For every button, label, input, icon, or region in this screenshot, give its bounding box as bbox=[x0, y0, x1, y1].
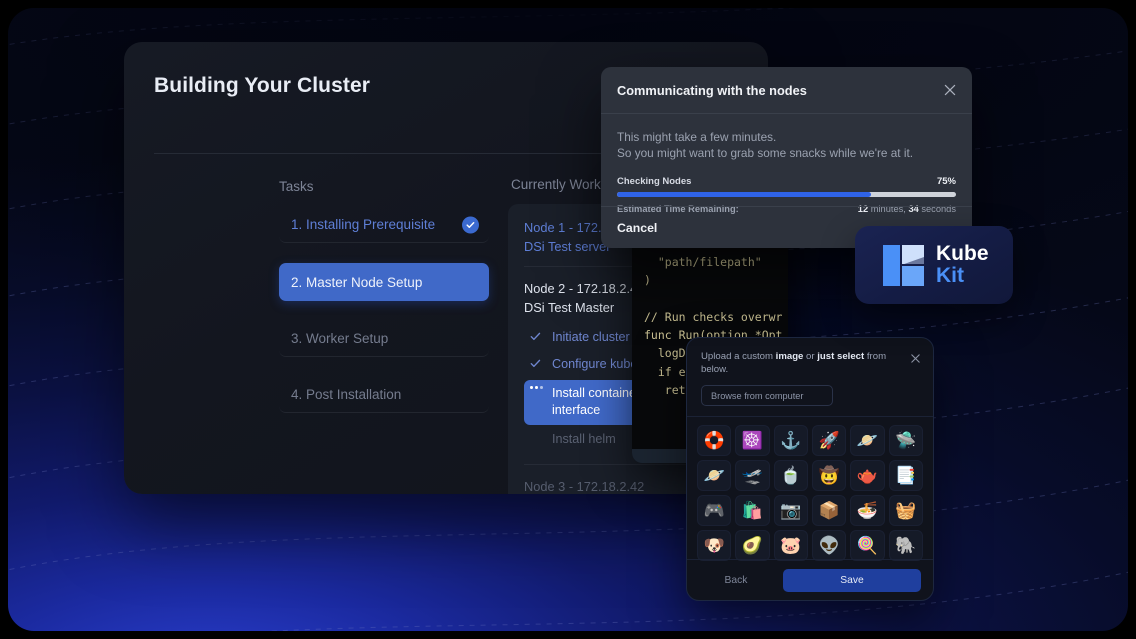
sidebar-item-worker-setup[interactable]: 3. Worker Setup bbox=[279, 321, 489, 357]
kubekit-logo-card: Kube Kit bbox=[855, 226, 1013, 304]
task-label: 1. Installing Prerequisite bbox=[291, 217, 435, 232]
image-picker-dialog: Upload a custom image or just select fro… bbox=[686, 337, 934, 601]
emoji-option[interactable]: 🛸 bbox=[889, 425, 923, 456]
emoji-option[interactable]: 🪐 bbox=[697, 460, 731, 491]
progress-bar bbox=[617, 192, 956, 197]
browse-from-computer-button[interactable]: Browse from computer bbox=[701, 385, 833, 406]
progress-label: Checking Nodes bbox=[617, 176, 691, 187]
back-button[interactable]: Back bbox=[699, 575, 773, 586]
picker-header: Upload a custom image or just select fro… bbox=[687, 338, 933, 376]
emoji-option[interactable]: 🚀 bbox=[812, 425, 846, 456]
emoji-option[interactable]: 📦 bbox=[812, 495, 846, 526]
emoji-option[interactable]: 🍜 bbox=[850, 495, 884, 526]
page-title: Building Your Cluster bbox=[154, 74, 370, 98]
picker-footer: Back Save bbox=[687, 559, 933, 600]
emoji-grid: 🛟 ☸️ ⚓ 🚀 🪐 🛸 🪐 🛫 🍵 🤠 🫖 📑 🎮 🛍️ 📷 📦 🍜 🧺 🐶 … bbox=[687, 417, 933, 561]
loading-dots-icon bbox=[530, 385, 543, 389]
modal-title: Communicating with the nodes bbox=[617, 83, 807, 98]
emoji-option[interactable]: 🥑 bbox=[735, 530, 769, 561]
emoji-option[interactable]: 🫖 bbox=[850, 460, 884, 491]
emoji-option[interactable]: ☸️ bbox=[735, 425, 769, 456]
emoji-option[interactable]: 🛍️ bbox=[735, 495, 769, 526]
kubekit-wordmark: Kube Kit bbox=[936, 243, 989, 287]
emoji-option[interactable]: 🛟 bbox=[697, 425, 731, 456]
check-circle-icon bbox=[462, 216, 479, 233]
picker-copy-mid: or bbox=[803, 351, 817, 362]
emoji-option[interactable]: 🐷 bbox=[774, 530, 808, 561]
browse-label: Browse from computer bbox=[711, 391, 803, 401]
subtask-label: Initiate cluster bbox=[552, 329, 630, 346]
task-label: 4. Post Installation bbox=[291, 387, 401, 402]
modal-body: This might take a few minutes. So you mi… bbox=[601, 114, 972, 214]
cancel-button[interactable]: Cancel bbox=[617, 221, 657, 235]
subtask-label: Install helm bbox=[552, 431, 616, 448]
progress-header: Checking Nodes 75% bbox=[617, 176, 956, 187]
emoji-option[interactable]: 🐶 bbox=[697, 530, 731, 561]
close-icon[interactable] bbox=[942, 82, 958, 98]
emoji-option[interactable]: 🛫 bbox=[735, 460, 769, 491]
emoji-option[interactable]: 🪐 bbox=[850, 425, 884, 456]
task-label: 2. Master Node Setup bbox=[291, 275, 422, 290]
emoji-option[interactable]: 👽 bbox=[812, 530, 846, 561]
logo-line-1: Kube bbox=[936, 243, 989, 265]
task-label: 3. Worker Setup bbox=[291, 331, 388, 346]
check-icon bbox=[530, 329, 543, 347]
emoji-option[interactable]: 📑 bbox=[889, 460, 923, 491]
logo-line-2: Kit bbox=[936, 265, 989, 287]
modal-line-1: This might take a few minutes. bbox=[617, 130, 956, 146]
progress-percent: 75% bbox=[937, 176, 956, 187]
emoji-option[interactable]: 🍵 bbox=[774, 460, 808, 491]
tasks-gap bbox=[279, 243, 489, 263]
emoji-option[interactable]: 🎮 bbox=[697, 495, 731, 526]
picker-copy-image: image bbox=[776, 351, 804, 362]
emoji-option[interactable]: 🧺 bbox=[889, 495, 923, 526]
picker-copy-select: just select bbox=[817, 351, 864, 362]
sidebar-item-installing-prerequisite[interactable]: 1. Installing Prerequisite bbox=[279, 207, 489, 243]
picker-description: Upload a custom image or just select fro… bbox=[701, 350, 919, 376]
tasks-gap bbox=[279, 301, 489, 321]
sidebar-item-master-node-setup[interactable]: 2. Master Node Setup bbox=[279, 263, 489, 301]
emoji-option[interactable]: 📷 bbox=[774, 495, 808, 526]
modal-line-2: So you might want to grab some snacks wh… bbox=[617, 146, 956, 162]
kubekit-logo-icon bbox=[883, 245, 924, 286]
progress-bar-fill bbox=[617, 192, 871, 197]
tasks-gap bbox=[279, 357, 489, 377]
save-button[interactable]: Save bbox=[783, 569, 921, 592]
emoji-option[interactable]: 🤠 bbox=[812, 460, 846, 491]
blank-icon bbox=[530, 431, 543, 432]
screenshot-root: Building Your Cluster Tasks Currently Wo… bbox=[0, 0, 1136, 639]
tasks-list: 1. Installing Prerequisite 2. Master Nod… bbox=[279, 207, 489, 413]
check-icon bbox=[530, 356, 543, 374]
communicating-modal: Communicating with the nodes This might … bbox=[601, 67, 972, 248]
sidebar-item-post-installation[interactable]: 4. Post Installation bbox=[279, 377, 489, 413]
tasks-column-label: Tasks bbox=[279, 179, 314, 194]
modal-header: Communicating with the nodes bbox=[601, 67, 972, 114]
picker-copy-pre: Upload a custom bbox=[701, 351, 776, 362]
close-icon[interactable] bbox=[910, 351, 921, 362]
emoji-option[interactable]: 🍭 bbox=[850, 530, 884, 561]
emoji-option[interactable]: 🐘 bbox=[889, 530, 923, 561]
emoji-option[interactable]: ⚓ bbox=[774, 425, 808, 456]
